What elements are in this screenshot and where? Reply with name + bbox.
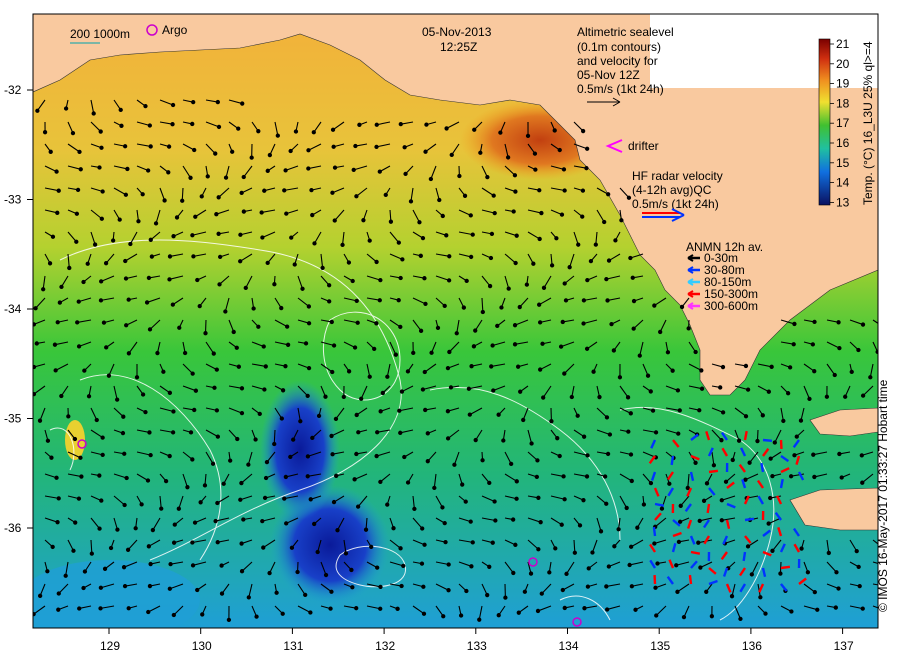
lon-tick-label: 133 — [467, 639, 487, 653]
drifter-label: drifter — [628, 139, 659, 153]
hf-radar-vector — [744, 517, 755, 522]
lon-tick-label: 129 — [100, 639, 120, 653]
hf-radar-vector — [688, 574, 693, 585]
hf-radar-vector — [743, 430, 748, 441]
hf-radar-vector — [654, 502, 665, 507]
colorbar-tick-label: 14 — [836, 176, 850, 190]
lat-tick-label: -32 — [4, 83, 22, 97]
hf-line-1: HF radar velocity — [632, 169, 723, 183]
lat-tick-label: -35 — [4, 412, 22, 426]
colorbar-ramp — [818, 38, 831, 206]
lon-tick-label: 135 — [650, 639, 670, 653]
colorbar-tick-label: 20 — [836, 57, 850, 71]
argo-legend-label: Argo — [162, 23, 188, 37]
altimetry-line-2: (0.1m contours) — [577, 40, 661, 54]
sst-colorbar: 21 20 19 18 17 16 15 14 13 Temp. (°C) 16_L3U 25%… — [818, 37, 875, 209]
lon-tick-label: 131 — [283, 639, 303, 653]
hf-radar-vector — [779, 478, 784, 489]
map-date: 05-Nov-2013 — [422, 25, 492, 39]
scale-label: 200 1000m — [70, 27, 130, 41]
lat-tick-label: -33 — [4, 193, 22, 207]
hf-radar-vector — [708, 469, 719, 474]
hf-radar-vector — [760, 462, 765, 473]
hf-radar-vector — [670, 455, 675, 466]
cold-sst-patch-2 — [260, 380, 340, 520]
hf-radar-vector — [780, 565, 791, 570]
lat-tick-label: -36 — [4, 521, 22, 535]
colorbar-tick-label: 19 — [836, 77, 850, 91]
lon-tick-label: 130 — [192, 639, 212, 653]
lon-tick-label: 137 — [834, 639, 854, 653]
altimetry-line-1: Altimetric sealevel — [577, 25, 674, 39]
lat-tick-label: -34 — [4, 302, 22, 316]
hf-radar-vector — [742, 551, 747, 562]
hf-radar-vector — [652, 526, 657, 537]
hf-radar-vector — [690, 550, 701, 555]
lon-tick-label: 132 — [375, 639, 395, 653]
hf-line-2: (4-12h avg)QC — [632, 183, 712, 197]
longitude-axis: 129 130 131 132 133 134 135 136 137 — [100, 628, 854, 653]
colorbar-tick-label: 21 — [836, 37, 850, 51]
latitude-axis: -32 -33 -34 -35 -36 — [4, 83, 33, 535]
hf-radar-vector — [706, 503, 711, 514]
map-time: 12:25Z — [440, 40, 477, 54]
colorbar-tick-label: 17 — [836, 116, 850, 130]
colorbar-tick-label: 16 — [836, 136, 850, 150]
anmn-legend-label: 300-600m — [704, 299, 758, 313]
imos-credit: © IMOS 16-May-2017 01:33:27 Hobart time — [876, 379, 890, 612]
hf-radar-vector — [762, 438, 773, 443]
sst-map-figure: 200 1000m Argo 05-Nov-2013 12:25Z Altime… — [4, 13, 879, 653]
lon-tick-label: 134 — [559, 639, 579, 653]
colorbar-tick-label: 13 — [836, 195, 850, 209]
colorbar-tick-label: 15 — [836, 156, 850, 170]
altimetry-line-5: 0.5m/s (1kt 24h) — [577, 82, 664, 96]
altimetry-line-3: and velocity for — [577, 54, 658, 68]
colorbar-tick-label: 18 — [836, 96, 850, 110]
lon-tick-label: 136 — [742, 639, 762, 653]
hf-line-3: 0.5m/s (1kt 24h) — [632, 197, 719, 211]
colorbar-title: Temp. (°C) 16_L3U 25% ql>=4 — [861, 41, 875, 205]
altimetry-line-4: 05-Nov 12Z — [577, 68, 640, 82]
